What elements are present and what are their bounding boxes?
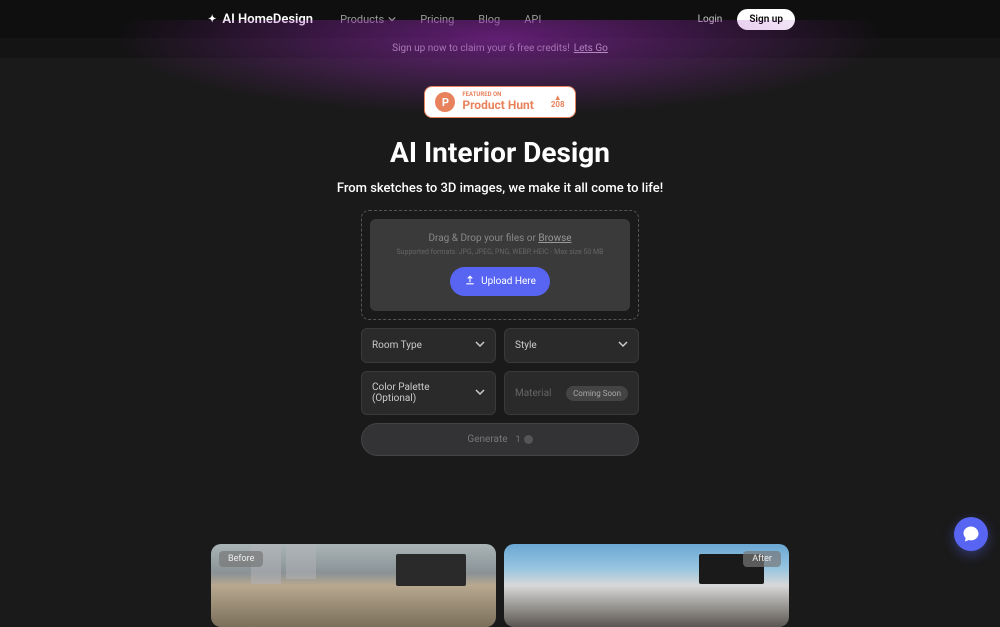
- color-palette-select[interactable]: Color Palette (Optional): [361, 371, 496, 415]
- chat-icon: [962, 525, 980, 543]
- upload-button[interactable]: Upload Here: [450, 267, 550, 296]
- upload-button-label: Upload Here: [481, 276, 536, 287]
- chevron-down-icon: [618, 339, 628, 352]
- browse-link[interactable]: Browse: [538, 233, 571, 244]
- before-after-gallery: Before After: [211, 544, 789, 627]
- chevron-down-icon: [475, 387, 485, 400]
- gallery-before-image: Before: [211, 544, 496, 627]
- drag-text: Drag & Drop your files or: [428, 233, 538, 244]
- hero-title: AI Interior Design: [390, 136, 610, 169]
- ph-name: Product Hunt: [462, 99, 533, 112]
- hero-subtitle: From sketches to 3D images, we make it a…: [337, 181, 663, 196]
- upload-dropzone[interactable]: Drag & Drop your files or Browse Support…: [361, 210, 639, 320]
- supported-formats: Supported formats: JPG, JPEG, PNG, WEBP,…: [397, 248, 604, 256]
- coming-soon-badge: Coming Soon: [566, 386, 628, 401]
- credit-icon: [524, 435, 533, 444]
- product-hunt-badge[interactable]: P FEATURED ON Product Hunt ▲ 208: [424, 86, 575, 118]
- ph-count: 208: [551, 100, 565, 109]
- chat-widget-button[interactable]: [954, 517, 988, 551]
- upload-icon: [464, 274, 476, 289]
- chevron-down-icon: [475, 339, 485, 352]
- before-label: Before: [219, 551, 263, 567]
- style-select[interactable]: Style: [504, 328, 639, 363]
- room-type-select[interactable]: Room Type: [361, 328, 496, 363]
- generate-credits: 1: [516, 435, 521, 445]
- material-select: Material Coming Soon: [504, 371, 639, 415]
- gallery-after-image: After: [504, 544, 789, 627]
- generate-label: Generate: [467, 434, 507, 445]
- product-hunt-icon: P: [435, 92, 455, 112]
- after-label: After: [743, 551, 781, 567]
- generate-button: Generate 1: [361, 423, 639, 456]
